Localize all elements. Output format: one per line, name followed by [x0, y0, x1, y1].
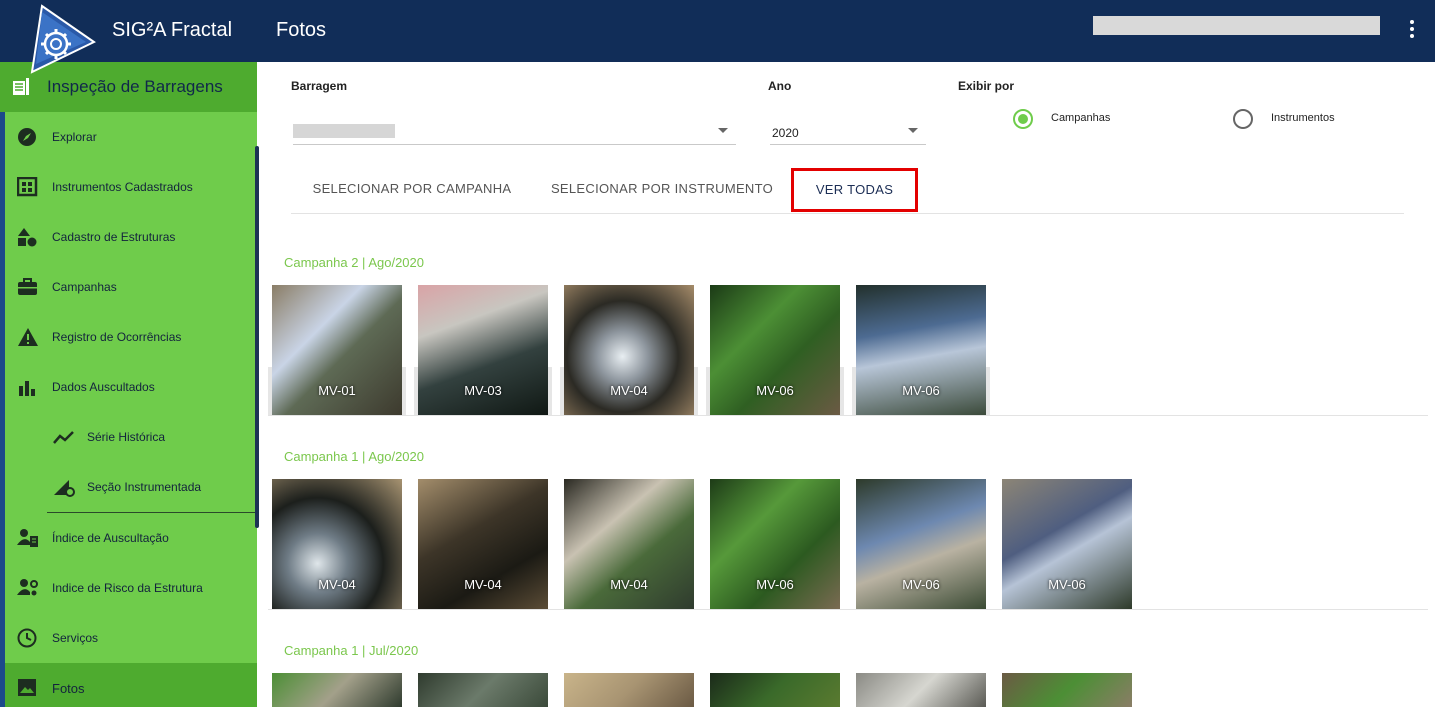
barragem-label: Barragem — [291, 79, 348, 93]
sidebar-item-label: Série Histórica — [87, 430, 166, 444]
barragem-value-redacted — [293, 124, 395, 138]
radio-label: Campanhas — [1051, 112, 1111, 124]
barragem-select[interactable] — [293, 116, 736, 145]
tab-selecionar-por-instrumento[interactable]: SELECIONAR POR INSTRUMENTO — [540, 168, 784, 212]
tab-ver-todas[interactable]: VER TODAS — [791, 168, 918, 212]
chevron-down-icon — [908, 128, 918, 133]
photo-thumbnail[interactable]: MV-06 — [856, 479, 986, 609]
row-divider — [268, 609, 1428, 610]
row-divider — [268, 415, 1428, 416]
photo-thumbnail[interactable]: MV-06 — [710, 479, 840, 609]
tabs-divider — [291, 213, 1404, 214]
photo-thumbnail[interactable]: MV-04 — [272, 479, 402, 609]
sidebar-item-label: Fotos — [52, 681, 85, 696]
briefcase-icon — [18, 278, 37, 295]
slope-settings-icon — [54, 480, 75, 497]
sidebar-item-secao-instrumentada[interactable]: Seção Instrumentada — [5, 462, 257, 512]
campaign-title: Campanha 1 | Ago/2020 — [284, 449, 424, 464]
sidebar-item-instrumentos-cadastrados[interactable]: Instrumentos Cadastrados — [5, 162, 257, 212]
ano-label: Ano — [768, 79, 792, 93]
user-name-redacted — [1093, 16, 1380, 35]
photo-thumbnail[interactable] — [710, 673, 840, 707]
warning-icon — [18, 328, 38, 346]
sidebar-item-campanhas[interactable]: Campanhas — [5, 262, 257, 312]
tab-selecionar-por-campanha[interactable]: SELECIONAR POR CAMPANHA — [297, 168, 527, 212]
photo-thumbnail[interactable]: MV-06 — [856, 285, 986, 415]
ano-value: 2020 — [772, 126, 799, 140]
dashboard-icon — [17, 177, 38, 197]
trend-line-icon — [53, 431, 74, 444]
photo-caption: MV-06 — [1048, 577, 1086, 592]
photo-thumbnail[interactable]: MV-04 — [564, 479, 694, 609]
page-title: Fotos — [276, 19, 327, 41]
sidebar-item-label: Explorar — [52, 130, 97, 144]
sidebar-scrollbar[interactable] — [255, 146, 259, 528]
user-document-icon — [17, 529, 38, 547]
photo-caption: MV-06 — [902, 577, 940, 592]
photo-thumbnail[interactable] — [564, 673, 694, 707]
photo-thumbnail[interactable] — [272, 673, 402, 707]
photo-caption: MV-04 — [610, 577, 648, 592]
photo-caption: MV-04 — [318, 577, 356, 592]
radio-checked-icon — [1013, 109, 1033, 129]
sidebar-item-cadastro-estruturas[interactable]: Cadastro de Estruturas — [5, 212, 257, 262]
photo-caption: MV-06 — [756, 383, 794, 398]
photo-thumbnail[interactable]: MV-06 — [710, 285, 840, 415]
radio-label: Instrumentos — [1271, 112, 1335, 124]
sidebar-item-dados-auscultados[interactable]: Dados Auscultados — [5, 362, 257, 412]
image-icon — [18, 679, 36, 696]
clock-icon — [17, 628, 37, 648]
photo-thumbnail[interactable]: MV-04 — [418, 479, 548, 609]
app-header: SIG²A Fractal Fotos — [0, 0, 1435, 62]
campaign-title: Campanha 1 | Jul/2020 — [284, 643, 419, 658]
more-options-icon[interactable] — [1402, 18, 1422, 42]
compass-icon — [18, 128, 36, 146]
user-settings-icon — [17, 579, 38, 596]
app-logo — [30, 4, 96, 74]
photo-caption: MV-04 — [464, 577, 502, 592]
ano-select[interactable]: 2020 — [770, 116, 926, 145]
sidebar-item-serie-historica[interactable]: Série Histórica — [5, 412, 257, 462]
photo-thumbnail[interactable]: MV-04 — [564, 285, 694, 415]
photo-caption: MV-03 — [464, 383, 502, 398]
sidebar-item-fotos[interactable]: Fotos — [5, 663, 257, 707]
sidebar-item-label: Dados Auscultados — [52, 380, 155, 394]
photo-thumbnail[interactable] — [1002, 673, 1132, 707]
photo-thumbnail[interactable]: MV-01 — [272, 285, 402, 415]
sidebar-item-label: Cadastro de Estruturas — [52, 230, 176, 244]
campaign-title: Campanha 2 | Ago/2020 — [284, 255, 424, 270]
sidebar-item-registro-ocorrencias[interactable]: Registro de Ocorrências — [5, 312, 257, 362]
app-title: SIG²A Fractal — [112, 19, 233, 41]
exibir-por-label: Exibir por — [958, 79, 1015, 93]
sidebar-item-label: Registro de Ocorrências — [52, 330, 182, 344]
sidebar-item-explorar[interactable]: Explorar — [5, 112, 257, 162]
photo-thumbnail[interactable]: MV-03 — [418, 285, 548, 415]
photo-thumbnail[interactable] — [418, 673, 548, 707]
photo-caption: MV-04 — [610, 383, 648, 398]
sidebar-item-indice-risco[interactable]: Indice de Risco da Estrutura — [5, 563, 257, 613]
sidebar-item-label: Seção Instrumentada — [87, 480, 202, 494]
sidebar-item-label: Serviços — [52, 631, 99, 645]
photo-thumbnail[interactable]: MV-06 — [1002, 479, 1132, 609]
photo-caption: MV-06 — [756, 577, 794, 592]
sidebar-item-servicos[interactable]: Serviços — [5, 613, 257, 663]
sidebar-item-indice-auscultacao[interactable]: Índice de Auscultação — [5, 513, 257, 563]
chevron-down-icon — [718, 128, 728, 133]
shapes-icon — [18, 228, 37, 247]
photo-caption: MV-06 — [902, 383, 940, 398]
bar-chart-icon — [19, 381, 35, 396]
photo-thumbnail[interactable] — [856, 673, 986, 707]
sidebar-item-label: Indice de Risco da Estrutura — [52, 581, 203, 595]
photo-caption: MV-01 — [318, 383, 356, 398]
sidebar-item-label: Índice de Auscultação — [52, 531, 169, 545]
radio-unchecked-icon — [1233, 109, 1253, 129]
sidebar-item-label: Instrumentos Cadastrados — [52, 180, 193, 194]
sidebar-item-label: Campanhas — [52, 280, 117, 294]
